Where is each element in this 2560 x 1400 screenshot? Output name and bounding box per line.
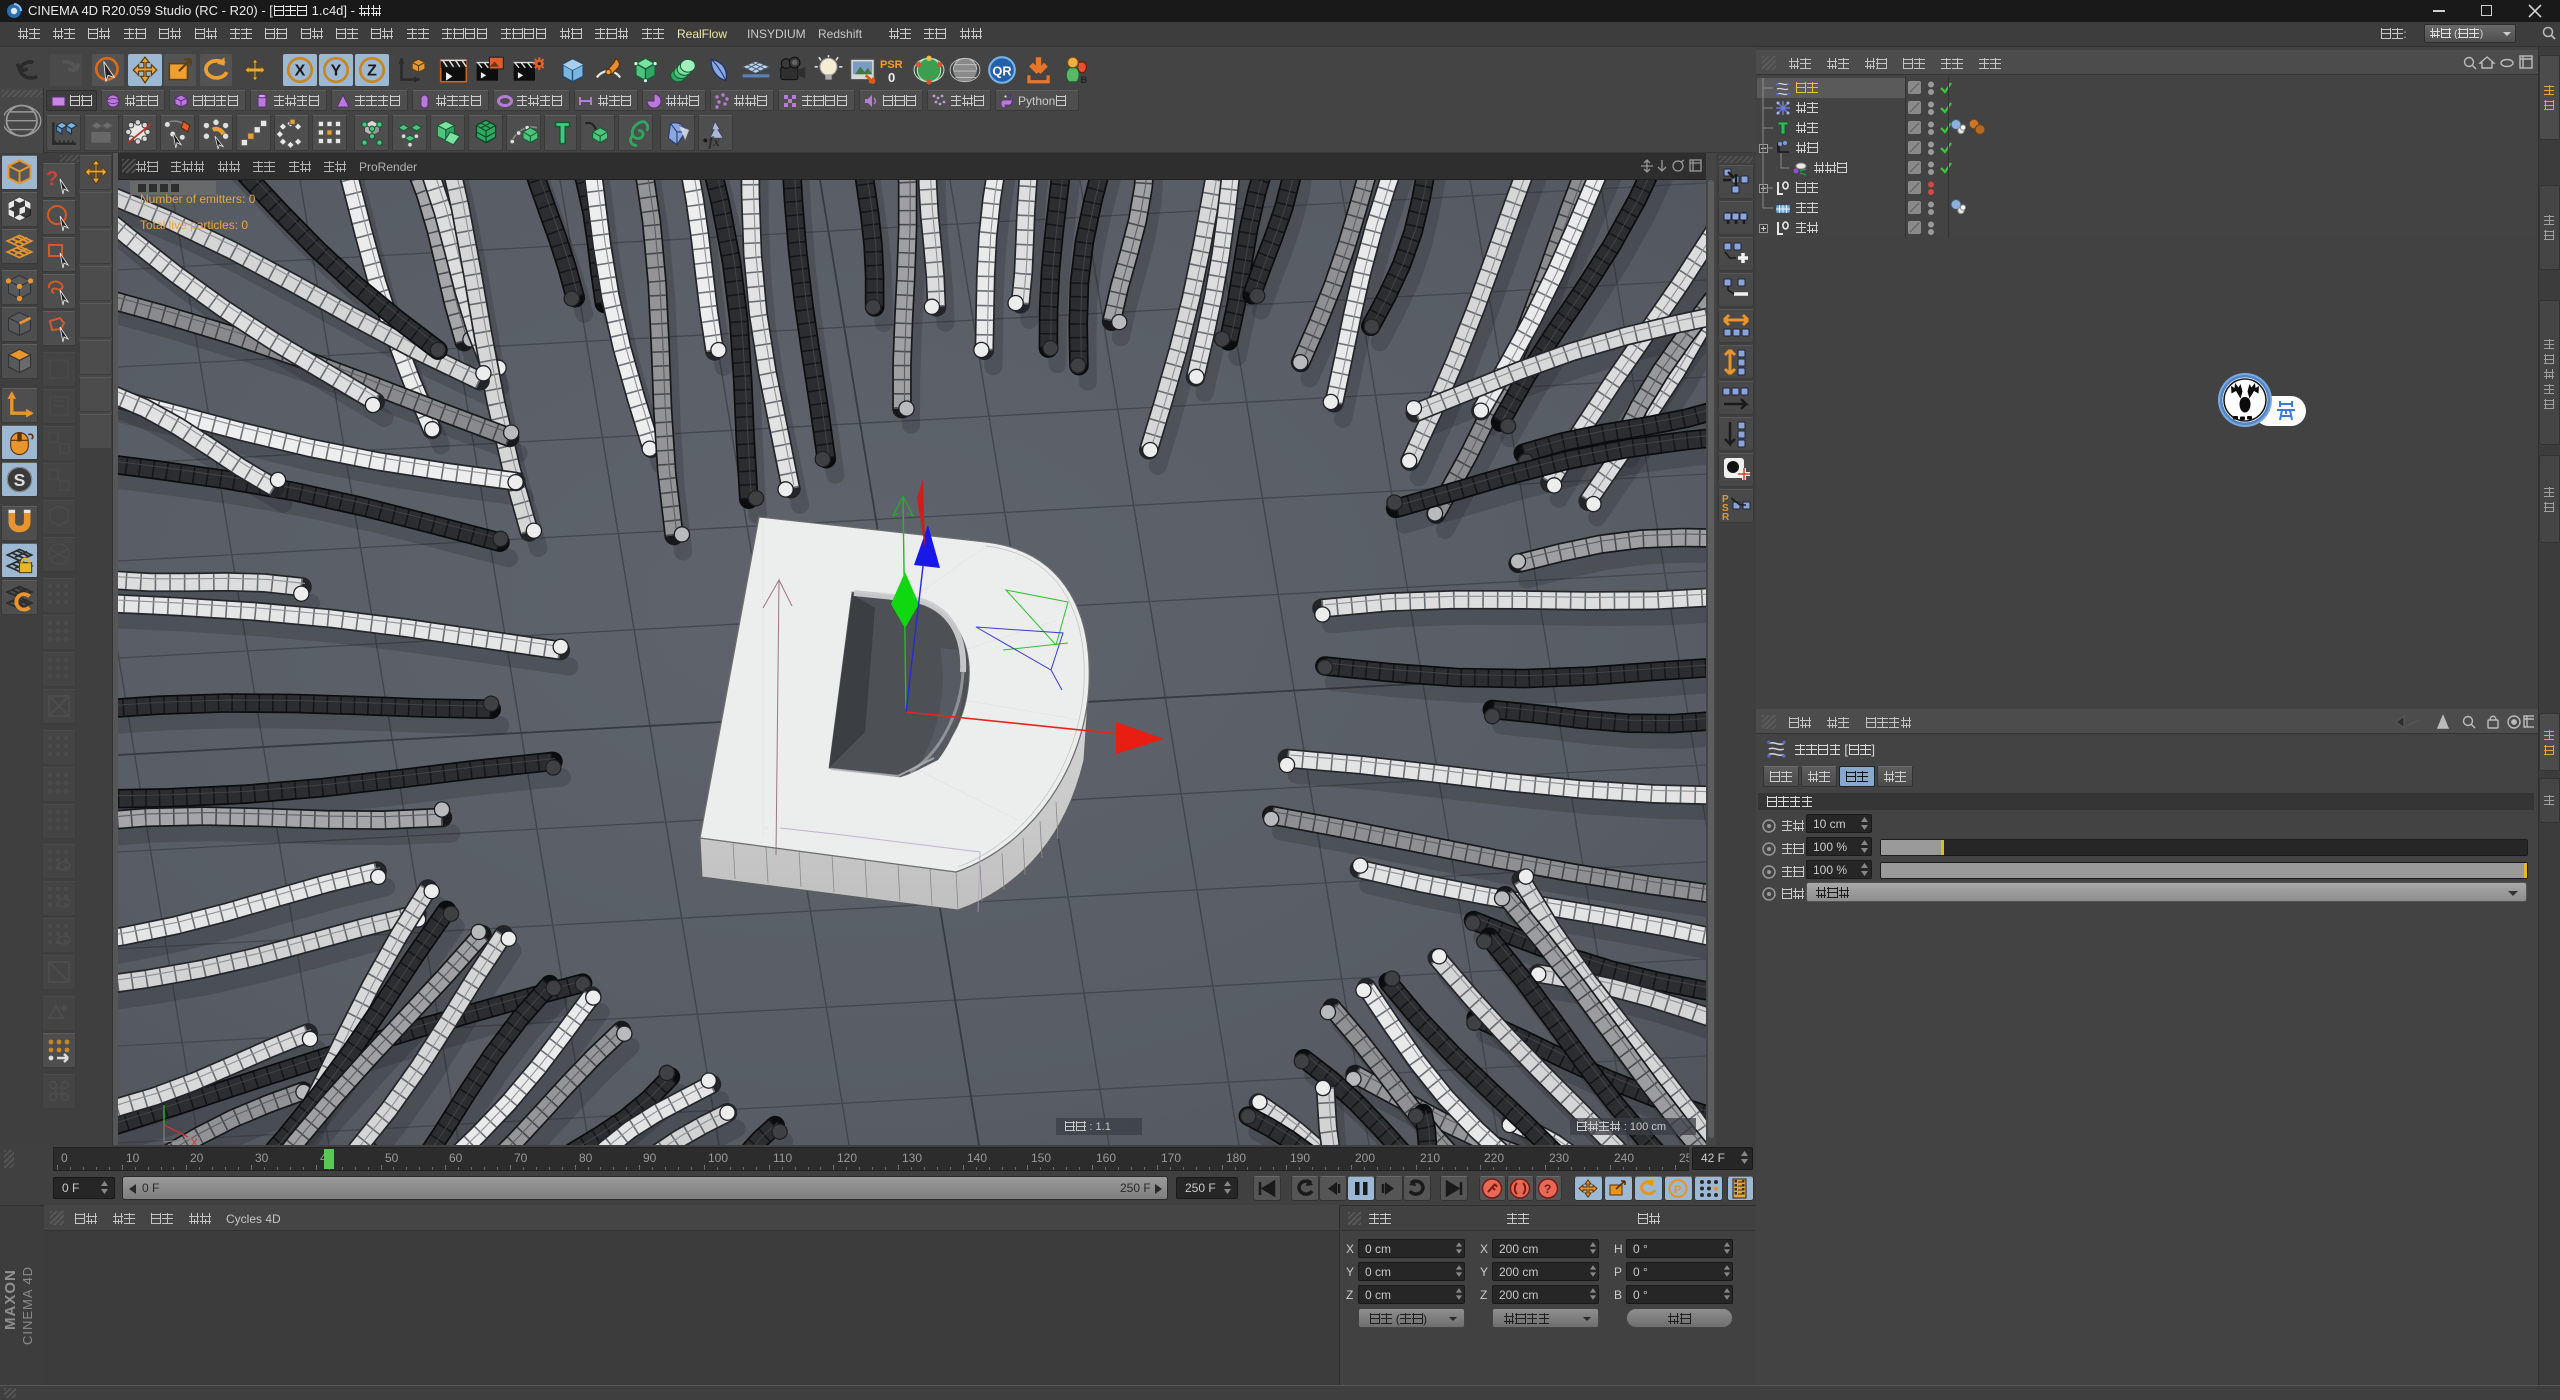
svg-text:60: 60 xyxy=(449,1151,463,1165)
svg-text:Number of emitters: 0: Number of emitters: 0 xyxy=(140,192,256,206)
svg-text:230: 230 xyxy=(1549,1151,1569,1165)
svg-text:R: R xyxy=(1722,512,1730,522)
svg-text:170: 170 xyxy=(1161,1151,1181,1165)
svg-text:110: 110 xyxy=(773,1151,792,1165)
svg-text:120: 120 xyxy=(837,1151,857,1165)
svg-text:240: 240 xyxy=(1614,1151,1634,1165)
svg-text:0: 0 xyxy=(61,1151,68,1165)
svg-text:20: 20 xyxy=(190,1151,204,1165)
svg-text:150: 150 xyxy=(1031,1151,1051,1165)
svg-text:10: 10 xyxy=(126,1151,140,1165)
svg-text:Z: Z xyxy=(367,62,377,79)
svg-text:160: 160 xyxy=(1096,1151,1116,1165)
svg-text:QR: QR xyxy=(992,63,1011,78)
svg-text:?: ? xyxy=(46,168,58,190)
svg-text:P: P xyxy=(1674,1184,1681,1196)
svg-text:200: 200 xyxy=(1355,1151,1375,1165)
svg-text:Total live particles: 0: Total live particles: 0 xyxy=(140,218,248,232)
svg-text:220: 220 xyxy=(1484,1151,1504,1165)
svg-text:Y: Y xyxy=(331,62,342,79)
svg-text:X: X xyxy=(295,62,306,79)
svg-text:210: 210 xyxy=(1420,1151,1440,1165)
svg-text:0: 0 xyxy=(888,70,895,85)
svg-text:80: 80 xyxy=(579,1151,593,1165)
svg-text:130: 130 xyxy=(902,1151,922,1165)
svg-text:?: ? xyxy=(1544,1182,1551,1196)
svg-text:140: 140 xyxy=(967,1151,987,1165)
svg-text:90: 90 xyxy=(643,1151,657,1165)
svg-text:100: 100 xyxy=(708,1151,728,1165)
svg-text:70: 70 xyxy=(514,1151,528,1165)
svg-text:S: S xyxy=(14,470,26,490)
svg-text:B: B xyxy=(1080,75,1087,86)
svg-text:250: 250 xyxy=(1679,1151,1689,1165)
svg-text:50: 50 xyxy=(385,1151,399,1165)
svg-text:180: 180 xyxy=(1226,1151,1246,1165)
svg-text:30: 30 xyxy=(255,1151,269,1165)
svg-text:190: 190 xyxy=(1290,1151,1310,1165)
svg-text:X: X xyxy=(191,1138,198,1145)
svg-text:fx: fx xyxy=(709,134,721,149)
